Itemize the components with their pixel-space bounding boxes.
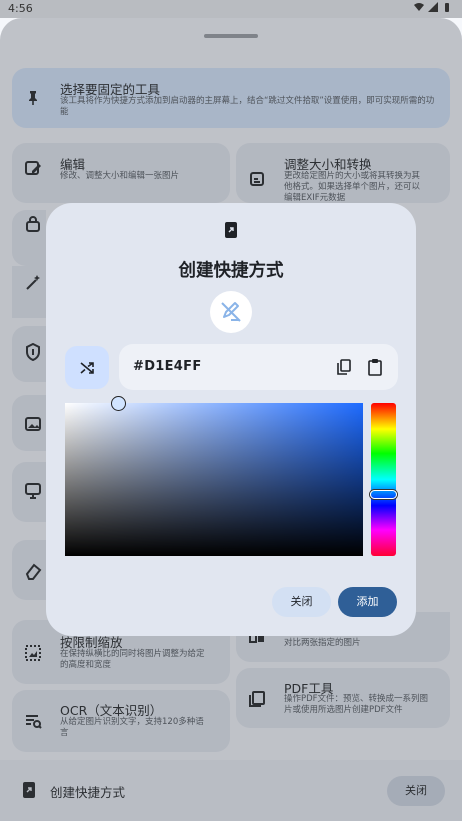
dialog-title: 创建快捷方式 [178,261,284,281]
eraser-icon [25,563,42,580]
wifi-icon [414,3,424,11]
copy-icon [337,359,351,375]
battery-icon [445,3,449,12]
monitor-image-icon [25,483,41,499]
pin-tool-description: 该工具将作为快捷方式添加到启动器的主屏幕上，结合“跳过文件拾取”设置使用，即可实… [60,96,435,117]
pdf-icon [249,691,265,707]
tool-description: 修改、调整大小和编辑一张图片 [60,171,180,181]
edit-image-icon [25,161,41,175]
shortcut-preview [210,291,252,333]
resize-image-icon [250,172,264,186]
tool-card-partial[interactable] [12,462,46,522]
random-color-button[interactable] [65,346,109,389]
shield-icon [26,343,40,361]
hue-slider[interactable] [371,403,396,556]
dialog-add-button[interactable]: 添加 [338,587,397,617]
shortcut-icon [23,782,35,798]
shortcut-icon [225,222,237,238]
text-search-icon [26,715,42,729]
copy-color-button[interactable] [333,356,355,378]
saturation-value-picker[interactable] [65,403,363,556]
dialog-close-button[interactable]: 关闭 [272,587,331,617]
tool-description: 更改给定图片的大小或将其转换为其他格式。如果选择单个图片，还可以编辑EXIF元数… [284,171,421,201]
tool-description: 从给定图片识别文字，支持120多种语言 [60,717,204,738]
lock-image-icon [26,216,40,232]
status-bar: 4:56 [0,0,462,18]
bottom-action-bar: 创建快捷方式 关闭 [0,760,462,821]
edit-off-icon [221,302,241,322]
tool-card-partial[interactable] [12,540,46,600]
tool-card-partial[interactable] [12,395,46,451]
paste-color-button[interactable] [364,356,386,378]
saturation-value-thumb[interactable] [111,396,126,411]
magic-wand-icon [26,275,40,290]
pin-icon [29,91,37,105]
tool-card-resize-convert[interactable]: 调整大小和转换 更改给定图片的大小或将其转换为其他格式。如果选择单个图片，还可以… [236,143,450,203]
status-icons [414,2,452,12]
tool-description: 操作PDF文件：预览、转换成一系列图片或使用所选图片创建PDF文件 [284,694,429,715]
create-shortcut-dialog: 创建快捷方式 #D1E4FF 关闭 添加 [46,203,416,636]
bottom-bar-title: 创建快捷方式 [50,785,126,800]
status-time: 4:56 [8,2,33,15]
clipboard-icon [368,359,382,376]
hex-color-field[interactable]: #D1E4FF [119,344,398,390]
tool-card-ocr[interactable]: OCR（文本识别） 从给定图片识别文字，支持120多种语言 [12,690,230,752]
tool-card-partial[interactable] [12,326,46,382]
tool-card-edit[interactable]: 编辑 修改、调整大小和编辑一张图片 [12,143,230,203]
crop-dashed-icon [25,645,41,661]
tool-card-pdf[interactable]: PDF工具 操作PDF文件：预览、转换成一系列图片或使用所选图片创建PDF文件 [236,668,450,728]
shuffle-icon [80,361,94,374]
drag-handle[interactable] [204,34,258,38]
hex-color-value[interactable]: #D1E4FF [133,359,202,374]
tool-description: 对比两张指定的图片 [284,638,361,648]
bottom-close-button[interactable]: 关闭 [387,776,445,806]
tool-card-partial[interactable] [12,210,46,266]
hue-slider-thumb[interactable] [370,490,397,499]
pin-tool-card: 选择要固定的工具 该工具将作为快捷方式添加到启动器的主屏幕上，结合“跳过文件拾取… [12,68,450,128]
tool-description: 在保持纵横比的同时将图片调整为给定的高度和宽度 [60,649,205,670]
image-icon [25,417,41,431]
signal-icon [428,2,438,12]
tool-card-partial[interactable] [12,266,46,318]
